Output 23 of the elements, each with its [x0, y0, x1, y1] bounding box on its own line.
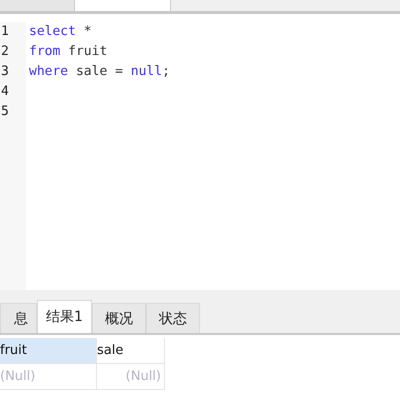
- sql-text: ;: [162, 63, 170, 81]
- line-number: 4: [0, 83, 10, 101]
- line-number: 5: [0, 103, 10, 121]
- sql-keyword: null: [130, 63, 162, 81]
- result-tab[interactable]: 概况: [92, 303, 146, 333]
- column-header[interactable]: fruit: [0, 338, 97, 364]
- sql-text: fruit: [67, 43, 108, 61]
- sql-keyword: where: [29, 63, 68, 81]
- table-cell: (Null): [97, 364, 165, 390]
- sql-text: *: [82, 23, 92, 41]
- result-tab[interactable]: 结果1: [37, 300, 92, 333]
- sql-text: sale =: [74, 63, 124, 81]
- editor-tab[interactable]: [75, 0, 171, 11]
- result-tab[interactable]: 息: [0, 303, 37, 333]
- line-number: 3: [0, 63, 10, 81]
- table-cell: (Null): [0, 364, 97, 390]
- line-number: 1: [0, 23, 10, 41]
- editor-tab[interactable]: [0, 0, 75, 11]
- line-number: 2: [0, 43, 10, 61]
- sql-keyword: select: [29, 23, 76, 41]
- sql-keyword: from: [29, 43, 60, 61]
- result-tab[interactable]: 状态: [146, 303, 200, 333]
- column-header[interactable]: sale: [97, 338, 165, 364]
